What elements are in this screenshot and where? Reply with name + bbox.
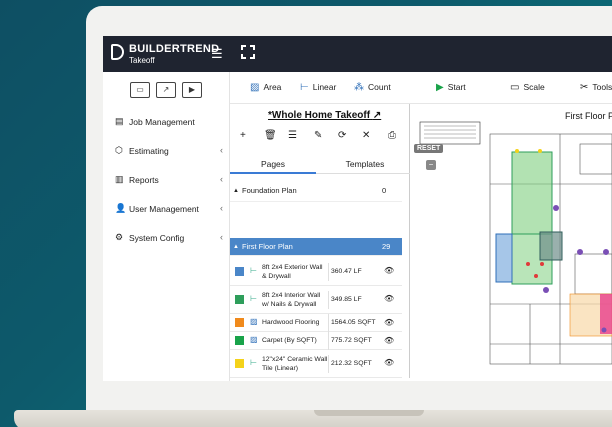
linear-icon: ⊢ <box>250 358 257 367</box>
color-swatch <box>235 359 244 368</box>
monitor-icon[interactable]: ▭ <box>130 82 150 98</box>
sidebar-item-estimating[interactable]: ⬡ Estimating ‹ <box>115 143 227 159</box>
play-icon: ▶ <box>436 82 444 93</box>
fullscreen-icon[interactable] <box>241 45 255 59</box>
linear-icon: ⊢ <box>250 294 257 303</box>
sidebar-item-job-management[interactable]: ▤ Job Management <box>115 114 227 130</box>
page-row-first-floor-plan[interactable]: ▲ First Floor Plan 29 <box>230 238 402 256</box>
print-icon[interactable]: ⎙ <box>388 130 396 141</box>
users-icon: 👤 <box>115 203 127 213</box>
eye-icon[interactable]: 👁 <box>384 358 394 367</box>
bar-chart-icon: ▥ <box>115 174 124 184</box>
list-item[interactable]: ▨ Carpet (By SQFT) 775.72 SQFT 👁 <box>230 332 402 350</box>
list-item[interactable]: ⊢ 12"x24" Ceramic Wall Tile (Linear) 212… <box>230 350 402 378</box>
brand-name: BUILDERTREND <box>129 43 220 55</box>
list-overflow <box>230 378 402 381</box>
color-swatch <box>235 267 244 276</box>
linear-tool-button[interactable]: ⊢ Linear <box>300 82 336 93</box>
caret-icon: ▲ <box>233 188 239 194</box>
reset-button[interactable]: RESET <box>414 144 444 153</box>
logo-icon <box>111 44 124 60</box>
panel-tools: + 🗑 ☰ ✎ ⟳ ✕ ⎙ <box>234 130 406 150</box>
chevron-left-icon: ‹ <box>220 232 223 242</box>
color-swatch <box>235 318 244 327</box>
area-icon: ▨ <box>250 82 260 93</box>
external-link-icon[interactable]: ↗ <box>373 110 381 121</box>
floor-title: First Floor P <box>565 111 612 121</box>
trash-icon[interactable]: 🗑 <box>264 130 277 141</box>
takeoff-panel: *Whole Home Takeoff ↗ + 🗑 ☰ ✎ ⟳ ✕ ⎙ Page… <box>230 104 410 381</box>
eye-icon[interactable]: 👁 <box>384 294 394 303</box>
eye-icon[interactable]: 👁 <box>384 266 394 275</box>
area-icon: ▨ <box>250 317 258 326</box>
eye-icon[interactable]: 👁 <box>384 336 394 345</box>
start-button[interactable]: ▶ Start <box>436 82 466 93</box>
area-tool-button[interactable]: ▨ Area <box>250 82 281 93</box>
list-icon[interactable]: ☰ <box>288 130 297 141</box>
refresh-icon[interactable]: ⟳ <box>338 130 346 141</box>
clipboard-icon: ▤ <box>115 116 124 126</box>
takeoff-toolbar: ▨ Area ⊢ Linear ⁂ Count ▶ Start ▭ Scale ✂ Tool… <box>230 72 612 104</box>
linear-icon: ⊢ <box>250 266 257 275</box>
list-item[interactable]: ▨ Hardwood Flooring 1564.05 SQFT 👁 <box>230 314 402 332</box>
color-swatch <box>235 295 244 304</box>
video-icon[interactable]: ▶ <box>182 82 202 98</box>
count-icon: ⁂ <box>354 82 364 93</box>
sidebar-item-user-management[interactable]: 👤 User Management ‹ <box>115 201 227 217</box>
edit-icon[interactable]: ✎ <box>314 130 322 141</box>
panel-tabs: Pages Templates <box>230 154 410 174</box>
cube-icon: ⬡ <box>115 145 123 155</box>
list-item[interactable]: ⊢ 8ft 2x4 Interior Wall w/ Nails & Drywa… <box>230 286 402 314</box>
hamburger-icon[interactable]: ☰ <box>211 46 223 62</box>
eye-icon[interactable]: 👁 <box>384 318 394 327</box>
color-swatch <box>235 336 244 345</box>
tools-button[interactable]: ✂ Tools <box>580 82 612 93</box>
area-icon: ▨ <box>250 335 258 344</box>
top-bar: BUILDERTREND Takeoff ☰ <box>103 36 612 72</box>
ruler-icon: ▭ <box>510 82 520 93</box>
page-row-foundation-plan[interactable]: ▲ Foundation Plan 0 <box>230 180 402 202</box>
tab-templates[interactable]: Templates <box>322 154 408 174</box>
product-name: Takeoff <box>129 56 155 65</box>
collapse-icon[interactable]: ✕ <box>362 130 370 141</box>
zoom-out-button[interactable]: − <box>426 160 436 170</box>
chevron-left-icon: ‹ <box>220 145 223 155</box>
sidebar-item-system-config[interactable]: ⚙ System Config ‹ <box>115 230 227 246</box>
sidebar-item-reports[interactable]: ▥ Reports ‹ <box>115 172 227 188</box>
sidebar: ▭ ↗ ▶ ▤ Job Management ⬡ Estimating ‹ ▥ … <box>103 72 230 381</box>
add-icon[interactable]: + <box>240 130 246 141</box>
count-tool-button[interactable]: ⁂ Count <box>354 82 391 93</box>
app-screen: BUILDERTREND Takeoff ☰ ▭ ↗ ▶ ▤ Job Manag… <box>103 36 612 381</box>
caret-icon: ▲ <box>233 244 239 250</box>
takeoff-title[interactable]: *Whole Home Takeoff ↗ <box>268 110 381 121</box>
tab-pages[interactable]: Pages <box>230 154 316 174</box>
tools-icon: ✂ <box>580 82 589 93</box>
chevron-left-icon: ‹ <box>220 203 223 213</box>
list-item[interactable]: ⊢ 8ft 2x4 Exterior Wall & Drywall 360.47… <box>230 258 402 286</box>
chevron-left-icon: ‹ <box>220 174 223 184</box>
external-link-icon[interactable]: ↗ <box>156 82 176 98</box>
laptop-notch <box>314 410 424 416</box>
laptop-base <box>14 410 612 427</box>
gear-icon: ⚙ <box>115 232 124 242</box>
scale-button[interactable]: ▭ Scale <box>510 82 545 93</box>
linear-icon: ⊢ <box>300 82 309 93</box>
blueprint-canvas[interactable]: First Floor P RESET − <box>410 104 612 381</box>
